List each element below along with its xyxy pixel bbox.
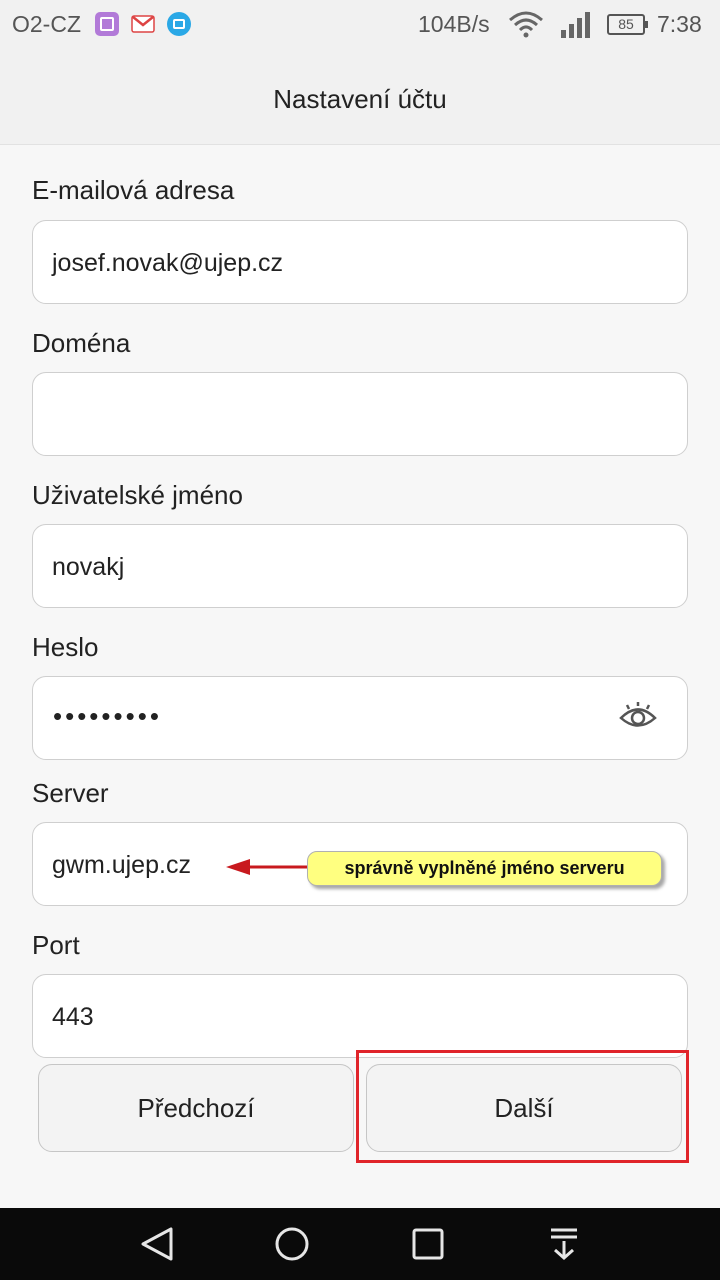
page-title: Nastavení účtu [273,84,447,114]
port-field[interactable]: 443 [32,974,688,1058]
account-setup-screen: O2-CZ 104B/s 85 7:38 Nastavení účtu E-ma… [0,0,720,1280]
annotation-arrow-icon [226,859,308,875]
home-icon[interactable] [274,1226,310,1262]
server-label: Server [32,778,109,808]
notification-pull-icon[interactable] [546,1226,582,1262]
server-value: gwm.ujep.cz [52,851,191,879]
username-label: Uživatelské jméno [32,480,243,510]
annotation-callout: správně vyplněné jméno serveru [307,851,662,886]
domain-field[interactable] [32,372,688,456]
username-field[interactable]: novakj [32,524,688,608]
password-field[interactable]: ••••••••• [32,676,688,760]
domain-label: Doména [32,328,131,358]
status-bar: O2-CZ 104B/s 85 7:38 [0,0,720,52]
recents-icon[interactable] [410,1226,446,1262]
gmail-icon [131,12,155,36]
wifi-icon [509,11,543,38]
cloud-icon [167,12,191,36]
carrier-name: O2-CZ [12,11,81,37]
previous-button[interactable]: Předchozí [38,1064,354,1152]
annotation-highlight-box [356,1050,689,1163]
port-value: 443 [52,1003,94,1031]
gallery-icon [95,12,119,36]
signal-icon [561,12,590,38]
password-masked-value: ••••••••• [53,701,162,731]
password-label: Heslo [32,632,99,662]
eye-icon[interactable] [619,701,657,733]
title-bar: Nastavení účtu [0,52,720,145]
email-value: josef.novak@ujep.cz [52,249,284,277]
email-field[interactable]: josef.novak@ujep.cz [32,220,688,304]
navigation-bar [0,1208,720,1280]
battery-level: 85 [618,16,634,32]
email-label: E-mailová adresa [32,175,235,205]
network-speed: 104B/s [418,11,490,37]
battery-icon: 85 [607,14,648,35]
port-label: Port [32,930,80,960]
clock: 7:38 [657,11,702,37]
username-value: novakj [52,553,125,581]
back-icon[interactable] [139,1226,175,1262]
